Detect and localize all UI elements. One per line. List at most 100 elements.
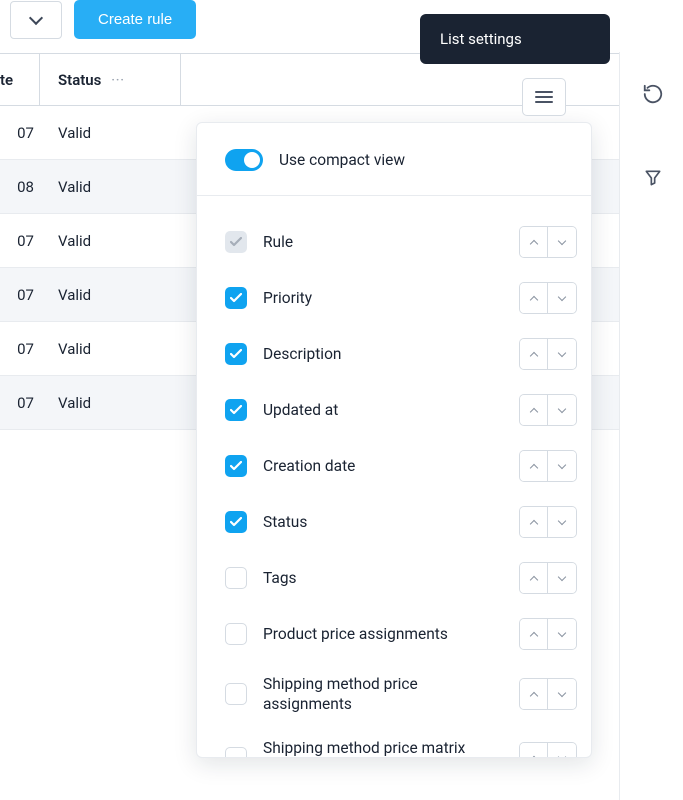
column-label: Status	[263, 512, 503, 532]
column-option: Priority	[225, 270, 577, 326]
move-up-button[interactable]	[520, 507, 548, 537]
list-settings-button[interactable]	[522, 78, 566, 116]
compact-view-label: Use compact view	[279, 151, 405, 169]
chevron-down-icon	[558, 629, 566, 637]
move-down-button[interactable]	[548, 283, 576, 313]
column-checkbox[interactable]	[225, 287, 247, 309]
list-settings-popover: Use compact view Rule Priority Description…	[196, 122, 592, 758]
column-label: Tags	[263, 568, 503, 588]
chevron-down-icon	[29, 10, 43, 24]
chevron-down-icon	[558, 349, 566, 357]
column-option: Description	[225, 326, 577, 382]
compact-view-toggle[interactable]	[225, 149, 263, 171]
cell-date: 07	[0, 232, 40, 250]
list-settings-tooltip: List settings	[420, 14, 610, 64]
reorder-buttons	[519, 282, 577, 314]
chevron-up-icon	[529, 351, 537, 359]
filter-button[interactable]	[639, 164, 667, 192]
refresh-button[interactable]	[639, 80, 667, 108]
chevron-up-icon	[529, 295, 537, 303]
column-header-date[interactable]: te	[0, 54, 40, 105]
column-option: Shipping method price assignments	[225, 662, 577, 726]
hamburger-icon	[535, 91, 553, 93]
popover-column-list[interactable]: RulePriorityDescriptionUpdated atCreatio…	[197, 196, 591, 757]
column-header-status[interactable]: Status ···	[40, 71, 180, 89]
column-label: Rule	[263, 232, 503, 252]
move-up-button[interactable]	[520, 227, 548, 257]
chevron-up-icon	[529, 575, 537, 583]
chevron-down-icon	[558, 517, 566, 525]
chevron-down-icon	[558, 573, 566, 581]
column-label: Creation date	[263, 456, 503, 476]
chevron-up-icon	[529, 407, 537, 415]
cell-date: 07	[0, 286, 40, 304]
move-up-button[interactable]	[520, 451, 548, 481]
move-up-button[interactable]	[520, 339, 548, 369]
move-down-button[interactable]	[548, 743, 576, 757]
reorder-buttons	[519, 506, 577, 538]
move-down-button[interactable]	[548, 619, 576, 649]
column-label: Product price assignments	[263, 624, 503, 644]
column-option: Tags	[225, 550, 577, 606]
column-checkbox[interactable]	[225, 623, 247, 645]
chevron-down-icon	[558, 405, 566, 413]
chevron-up-icon	[529, 631, 537, 639]
reorder-buttons	[519, 450, 577, 482]
column-option: Rule	[225, 214, 577, 270]
chevron-down-icon	[558, 753, 566, 757]
filter-icon	[643, 168, 663, 188]
cell-date: 08	[0, 178, 40, 196]
cell-date: 07	[0, 124, 40, 142]
column-checkbox	[225, 231, 247, 253]
refresh-icon	[642, 83, 664, 105]
move-down-button[interactable]	[548, 563, 576, 593]
chevron-up-icon	[529, 239, 537, 247]
column-checkbox[interactable]	[225, 567, 247, 589]
column-label: Shipping method price matrix assignments	[263, 738, 503, 757]
move-up-button[interactable]	[520, 563, 548, 593]
move-down-button[interactable]	[548, 227, 576, 257]
column-checkbox[interactable]	[225, 683, 247, 705]
column-checkbox[interactable]	[225, 747, 247, 757]
reorder-buttons	[519, 338, 577, 370]
cell-date: 07	[0, 394, 40, 412]
move-up-button[interactable]	[520, 395, 548, 425]
move-down-button[interactable]	[548, 451, 576, 481]
column-option: Shipping method price matrix assignments	[225, 726, 577, 757]
column-label: Description	[263, 344, 503, 364]
reorder-buttons	[519, 226, 577, 258]
chevron-down-icon	[558, 461, 566, 469]
create-rule-button[interactable]: Create rule	[74, 0, 196, 39]
move-up-button[interactable]	[520, 679, 548, 709]
chevron-down-icon	[558, 689, 566, 697]
column-option: Status	[225, 494, 577, 550]
chevron-up-icon	[529, 519, 537, 527]
chevron-up-icon	[529, 756, 537, 757]
popover-header: Use compact view	[197, 123, 591, 196]
context-dropdown-button[interactable]	[10, 1, 62, 39]
chevron-down-icon	[558, 293, 566, 301]
vertical-separator	[619, 52, 620, 800]
chevron-up-icon	[529, 463, 537, 471]
move-down-button[interactable]	[548, 339, 576, 369]
move-up-button[interactable]	[520, 619, 548, 649]
reorder-buttons	[519, 742, 577, 757]
column-checkbox[interactable]	[225, 343, 247, 365]
move-up-button[interactable]	[520, 283, 548, 313]
column-checkbox[interactable]	[225, 399, 247, 421]
reorder-buttons	[519, 678, 577, 710]
move-up-button[interactable]	[520, 743, 548, 757]
move-down-button[interactable]	[548, 395, 576, 425]
chevron-up-icon	[529, 691, 537, 699]
reorder-buttons	[519, 562, 577, 594]
column-option: Creation date	[225, 438, 577, 494]
move-down-button[interactable]	[548, 507, 576, 537]
column-checkbox[interactable]	[225, 455, 247, 477]
reorder-buttons	[519, 618, 577, 650]
column-label: Priority	[263, 288, 503, 308]
right-rail	[639, 80, 667, 192]
move-down-button[interactable]	[548, 679, 576, 709]
cell-date: 07	[0, 340, 40, 358]
column-checkbox[interactable]	[225, 511, 247, 533]
chevron-down-icon	[558, 237, 566, 245]
